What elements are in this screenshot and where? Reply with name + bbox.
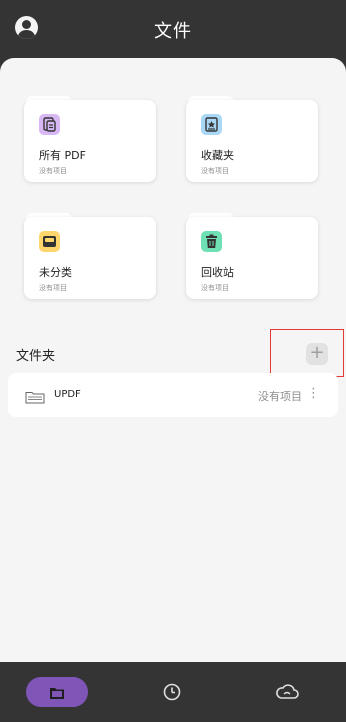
category-count: 没有项目: [201, 167, 229, 175]
bottom-nav: [0, 662, 346, 722]
highlight-box: [270, 329, 344, 377]
category-label: 收藏夹: [201, 149, 234, 162]
category-favorites[interactable]: 收藏夹 没有项目: [186, 96, 318, 182]
folder-count: 没有项目: [258, 390, 302, 403]
top-bar: 文件: [0, 0, 346, 60]
category-label: 回收站: [201, 266, 234, 279]
clock-icon[interactable]: [162, 682, 182, 706]
nav-files-tab[interactable]: [26, 677, 88, 707]
inbox-tray-icon: [39, 231, 60, 252]
more-options-icon[interactable]: ⋮: [307, 386, 320, 401]
folders-section-title: 文件夹: [16, 349, 56, 364]
category-count: 没有项目: [201, 284, 229, 292]
category-count: 没有项目: [39, 167, 67, 175]
category-count: 没有项目: [39, 284, 67, 292]
page-title: 文件: [154, 21, 192, 42]
cloud-icon[interactable]: [275, 682, 299, 706]
favorites-star-icon: [201, 114, 222, 135]
folder-row-updf[interactable]: UPDF 没有项目 ⋮: [8, 373, 338, 417]
category-label: 所有 PDF: [39, 149, 86, 162]
all-pdf-icon: [39, 114, 60, 135]
folder-icon: [25, 389, 45, 408]
category-label: 未分类: [39, 266, 72, 279]
folder-name: UPDF: [54, 389, 81, 400]
category-all-pdf[interactable]: 所有 PDF 没有项目: [24, 96, 156, 182]
trash-icon: [201, 231, 222, 252]
category-trash[interactable]: 回收站 没有项目: [186, 213, 318, 299]
category-uncategorized[interactable]: 未分类 没有项目: [24, 213, 156, 299]
folder-icon: [49, 685, 65, 704]
